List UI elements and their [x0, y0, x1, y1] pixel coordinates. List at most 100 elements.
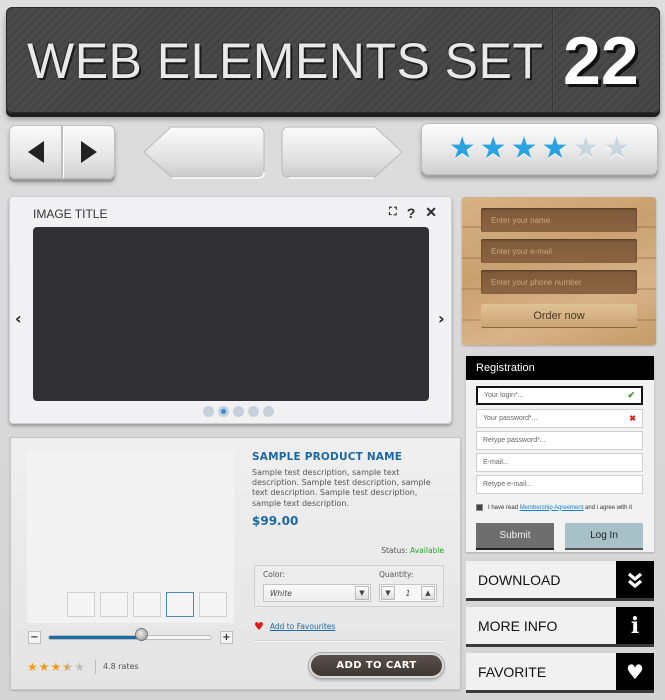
thumbnail[interactable] — [199, 592, 227, 617]
banner-number: 22 — [563, 23, 639, 99]
password-input[interactable]: Your password*... ✖ — [476, 409, 643, 428]
quantity-stepper[interactable]: ▼ 1 ▲ — [379, 584, 437, 602]
color-value: White — [270, 588, 292, 598]
login-button[interactable]: Log In — [565, 523, 643, 548]
pagination-dot[interactable] — [248, 406, 259, 417]
star-icon[interactable]: ★ — [603, 134, 630, 164]
zoom-slider[interactable] — [48, 635, 212, 640]
arrow-right-shape-icon — [281, 126, 403, 179]
stock-status: Status: Available — [381, 546, 444, 555]
zoom-slider-fill — [49, 636, 143, 639]
banner-divider — [552, 8, 554, 112]
star-icon[interactable]: ★ — [480, 134, 507, 164]
image-viewer: IMAGE TITLE ⛶ ? ✕ ‹ › — [9, 196, 452, 424]
retype-password-input[interactable]: Retype password*... — [476, 431, 643, 450]
phone-input[interactable]: Enter your phone number — [481, 270, 637, 294]
agreement-suffix: and i agree with it — [583, 504, 633, 511]
product-card: − + ★ ★ ★ ★ ★ 4.8 rates SAMPLE PRODUCT NAME … — [10, 437, 461, 690]
registration-form: Registration Your login*... ✔ Your passw… — [466, 356, 654, 552]
password-placeholder: Your password*... — [483, 415, 538, 422]
thumbnail[interactable] — [166, 592, 194, 617]
order-now-button[interactable]: Order now — [481, 304, 637, 327]
favorite-label: FAVORITE — [478, 663, 547, 680]
retype-email-input[interactable]: Retype e-mail... — [476, 475, 643, 494]
name-input[interactable]: Enter your name — [481, 208, 637, 232]
agreement-checkbox[interactable] — [476, 504, 483, 511]
viewer-pagination — [203, 406, 274, 417]
star-icon[interactable]: ★ — [572, 134, 599, 164]
zoom-out-button[interactable]: − — [28, 631, 41, 644]
product-options: Color: Quantity: White ▼ ▼ 1 ▲ — [254, 565, 444, 607]
more-info-button[interactable]: MORE INFO i — [466, 607, 654, 644]
triangle-right-icon — [80, 141, 97, 163]
info-icon: i — [616, 607, 654, 644]
triangle-left-icon — [27, 141, 44, 163]
star-icon: ★ — [27, 660, 38, 674]
agreement-prefix: I have read — [488, 504, 520, 511]
quantity-value[interactable]: 1 — [406, 589, 411, 598]
download-label: DOWNLOAD — [478, 571, 561, 588]
image-display-area — [33, 227, 429, 401]
login-input[interactable]: Your login*... ✔ — [476, 386, 643, 405]
color-label: Color: — [263, 570, 285, 579]
favorite-button[interactable]: FAVORITE ♥ — [466, 653, 654, 690]
star-icon: ★ — [62, 660, 74, 674]
email-input[interactable]: Enter your e-mail — [481, 239, 637, 263]
download-button[interactable]: DOWNLOAD — [466, 561, 654, 598]
retype-email-placeholder: Retype e-mail... — [483, 481, 533, 488]
star-icon: ★ — [50, 660, 62, 674]
title-banner: WEB ELEMENTS SET 22 — [6, 7, 660, 113]
email-field[interactable]: E-mail... — [476, 453, 643, 472]
email-placeholder: E-mail... — [483, 459, 509, 466]
add-to-favourites-link[interactable]: Add to Favourites — [270, 622, 335, 631]
add-to-cart-button[interactable]: ADD TO CART — [309, 653, 444, 678]
divider — [254, 640, 444, 641]
quantity-label: Quantity: — [379, 570, 414, 579]
star-icon[interactable]: ★ — [449, 134, 476, 164]
more-info-label: MORE INFO — [478, 617, 558, 634]
viewer-title: IMAGE TITLE — [33, 207, 108, 221]
thumbnail[interactable] — [133, 592, 161, 617]
zoom-in-button[interactable]: + — [220, 631, 233, 644]
membership-agreement-link[interactable]: Membership Agreement — [520, 505, 584, 511]
arrow-left-shape-icon — [143, 126, 265, 179]
color-select[interactable]: White ▼ — [263, 584, 371, 602]
prev-next-button-group — [9, 125, 115, 179]
next-button[interactable] — [61, 126, 114, 178]
product-name: SAMPLE PRODUCT NAME — [252, 451, 403, 463]
forward-arrow-button[interactable] — [281, 126, 403, 179]
error-x-icon: ✖ — [629, 414, 636, 423]
quantity-increase-icon[interactable]: ▲ — [421, 586, 435, 600]
registration-title: Registration — [466, 356, 654, 380]
quantity-decrease-icon[interactable]: ▼ — [381, 586, 395, 600]
thumbnail[interactable] — [100, 592, 128, 617]
status-badge: Available — [410, 546, 444, 555]
pagination-dot[interactable] — [203, 406, 214, 417]
pagination-dot[interactable] — [263, 406, 274, 417]
thumbnail-strip — [67, 592, 227, 617]
chevron-down-icon[interactable]: ▼ — [355, 586, 369, 600]
star-icon: ★ — [74, 660, 85, 674]
close-icon[interactable]: ✕ — [425, 204, 437, 221]
product-price: $99.00 — [252, 514, 299, 528]
star-icon: ★ — [38, 660, 50, 674]
thumbnail[interactable] — [67, 592, 95, 617]
help-icon[interactable]: ? — [407, 205, 416, 221]
viewer-next-chevron-icon[interactable]: › — [438, 309, 445, 328]
pagination-dot[interactable] — [218, 406, 229, 417]
checkmark-icon: ✔ — [627, 390, 635, 400]
agreement-row: I have read Membership Agreement and i a… — [476, 504, 632, 511]
login-placeholder: Your login*... — [484, 392, 524, 399]
viewer-toolbar: ⛶ ? ✕ — [389, 204, 437, 221]
viewer-prev-chevron-icon[interactable]: ‹ — [15, 309, 22, 328]
prev-button[interactable] — [10, 126, 61, 178]
pagination-dot[interactable] — [233, 406, 244, 417]
order-form: Enter your name Enter your e-mail Enter … — [462, 197, 656, 345]
product-description: Sample test description, sample text des… — [252, 468, 431, 508]
star-icon[interactable]: ★ — [542, 134, 569, 164]
star-icon[interactable]: ★ — [511, 134, 538, 164]
fullscreen-icon[interactable]: ⛶ — [389, 206, 397, 219]
back-arrow-button[interactable] — [143, 126, 265, 179]
submit-button[interactable]: Submit — [476, 523, 554, 548]
add-to-favourites[interactable]: ♥ Add to Favourites — [254, 620, 335, 633]
